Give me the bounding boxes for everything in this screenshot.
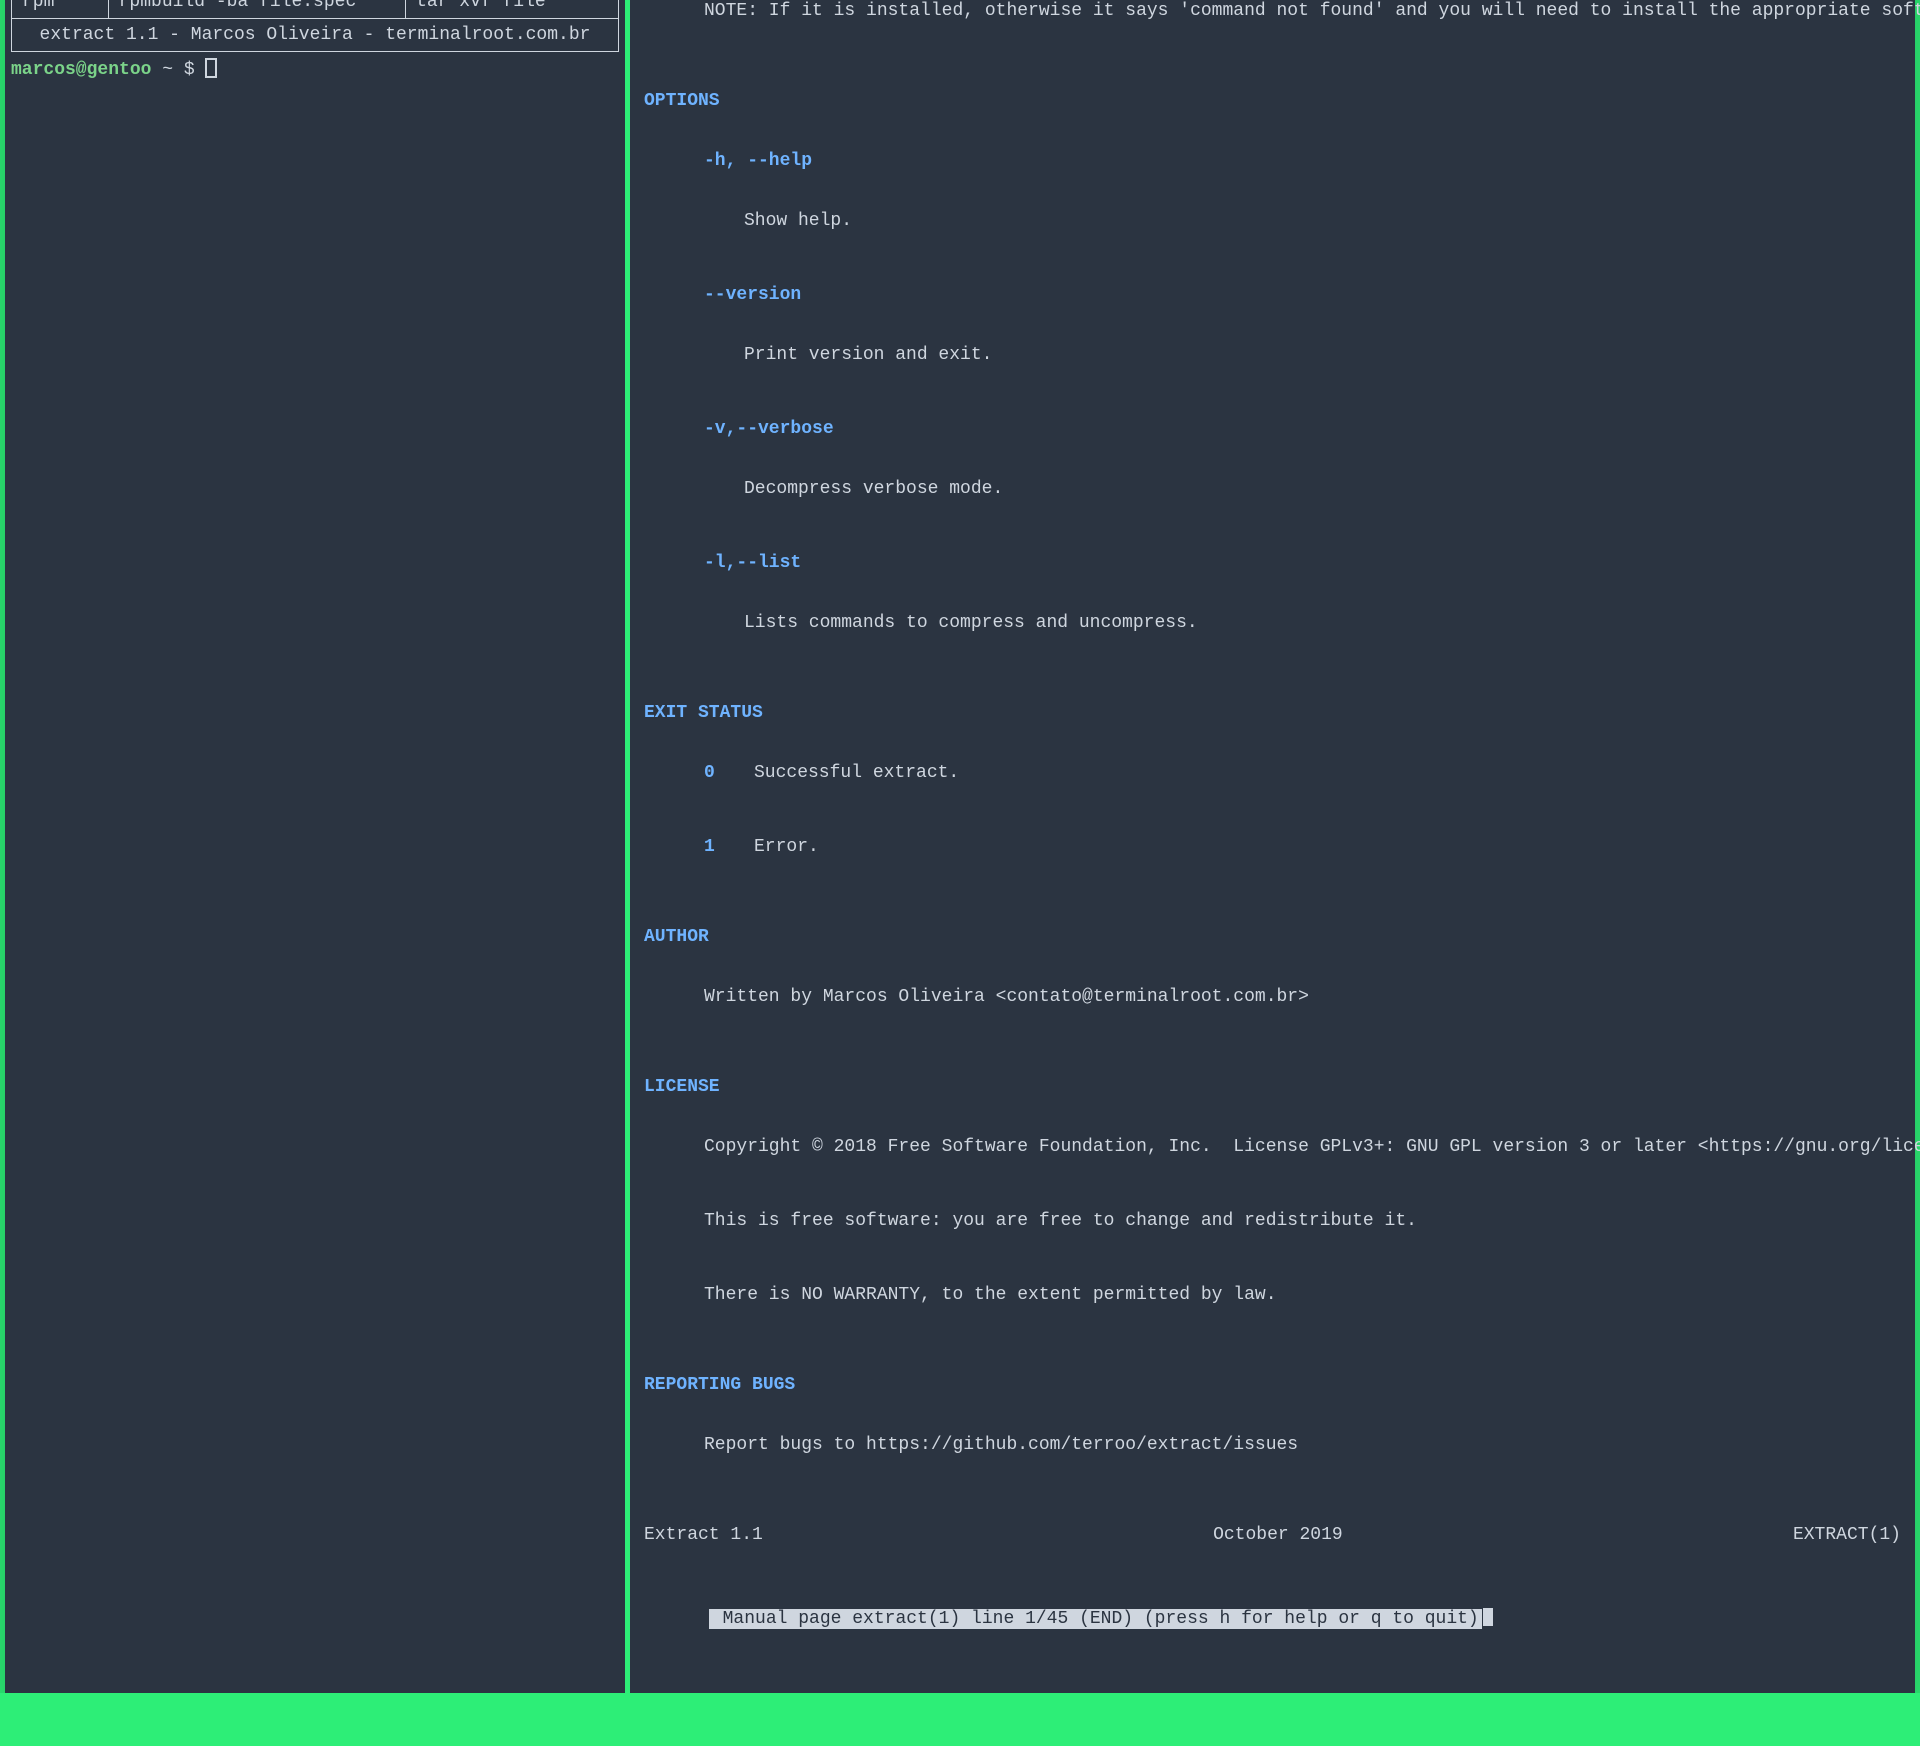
author-text: Written by Marcos Oliveira <contato@term… — [644, 987, 1901, 1007]
man-helpbar: Manual page extract(1) line 1/45 (END) (… — [709, 1609, 1482, 1629]
prompt-line-2[interactable]: marcos@gentoo ~ $ — [11, 58, 619, 80]
cursor-icon — [1483, 1608, 1493, 1626]
prompt-path-2: ~ $ — [151, 60, 205, 80]
list-footer: extract 1.1 - Marcos Oliveira - terminal… — [12, 19, 619, 52]
sect-options: OPTIONS — [644, 91, 1901, 111]
man-footer-left: Extract 1.1 — [644, 1525, 763, 1545]
exit-1: 1Error. — [644, 837, 1901, 857]
opt-list: -l,--list — [644, 553, 1901, 573]
opt-verbose-text: Decompress verbose mode. — [644, 479, 1901, 499]
man-footer: Extract 1.1 October 2019 EXTRACT(1) — [644, 1525, 1901, 1545]
terminal-right-manpage[interactable]: EXTRACT(1) User Commands EXTRACT(1) NAME… — [630, 0, 1915, 1693]
sect-bugs: REPORTING BUGS — [644, 1375, 1901, 1395]
man-footer-right: EXTRACT(1) — [1793, 1525, 1901, 1545]
cell-uncompress: tar xvf file — [406, 0, 619, 19]
opt-list-text: Lists commands to compress and uncompres… — [644, 613, 1901, 633]
license-1: Copyright © 2018 Free Software Foundatio… — [644, 1137, 1901, 1157]
desc-2: NOTE: If it is installed, otherwise it s… — [644, 1, 1901, 21]
extract-list-table: MIME COMPRESS UNCOMPRESS tar.bz2 tar cvj… — [11, 0, 619, 52]
opt-help-text: Show help. — [644, 211, 1901, 231]
cell-mime: rpm — [12, 0, 109, 19]
sect-exit: EXIT STATUS — [644, 703, 1901, 723]
prompt-userhost-2: marcos@gentoo — [11, 60, 151, 80]
license-3: There is NO WARRANTY, to the extent perm… — [644, 1285, 1901, 1305]
man-helpbar-row: Manual page extract(1) line 1/45 (END) (… — [644, 1585, 1901, 1649]
cell-compress: rpmbuild -ba file.spec — [108, 0, 405, 19]
bugs-text: Report bugs to https://github.com/terroo… — [644, 1435, 1901, 1455]
opt-version: --version — [644, 285, 1901, 305]
cursor-icon — [205, 58, 217, 78]
sect-license: LICENSE — [644, 1077, 1901, 1097]
exit-0: 0Successful extract. — [644, 763, 1901, 783]
man-footer-center: October 2019 — [1213, 1525, 1343, 1545]
license-2: This is free software: you are free to c… — [644, 1211, 1901, 1231]
sect-author: AUTHOR — [644, 927, 1901, 947]
opt-version-text: Print version and exit. — [644, 345, 1901, 365]
opt-help: -h, --help — [644, 151, 1901, 171]
table-row: rpm rpmbuild -ba file.spec tar xvf file — [12, 0, 619, 19]
terminal-left[interactable]: marcos@gentoo ~ $ extract --list MIME CO… — [5, 0, 625, 1693]
opt-verbose: -v,--verbose — [644, 419, 1901, 439]
